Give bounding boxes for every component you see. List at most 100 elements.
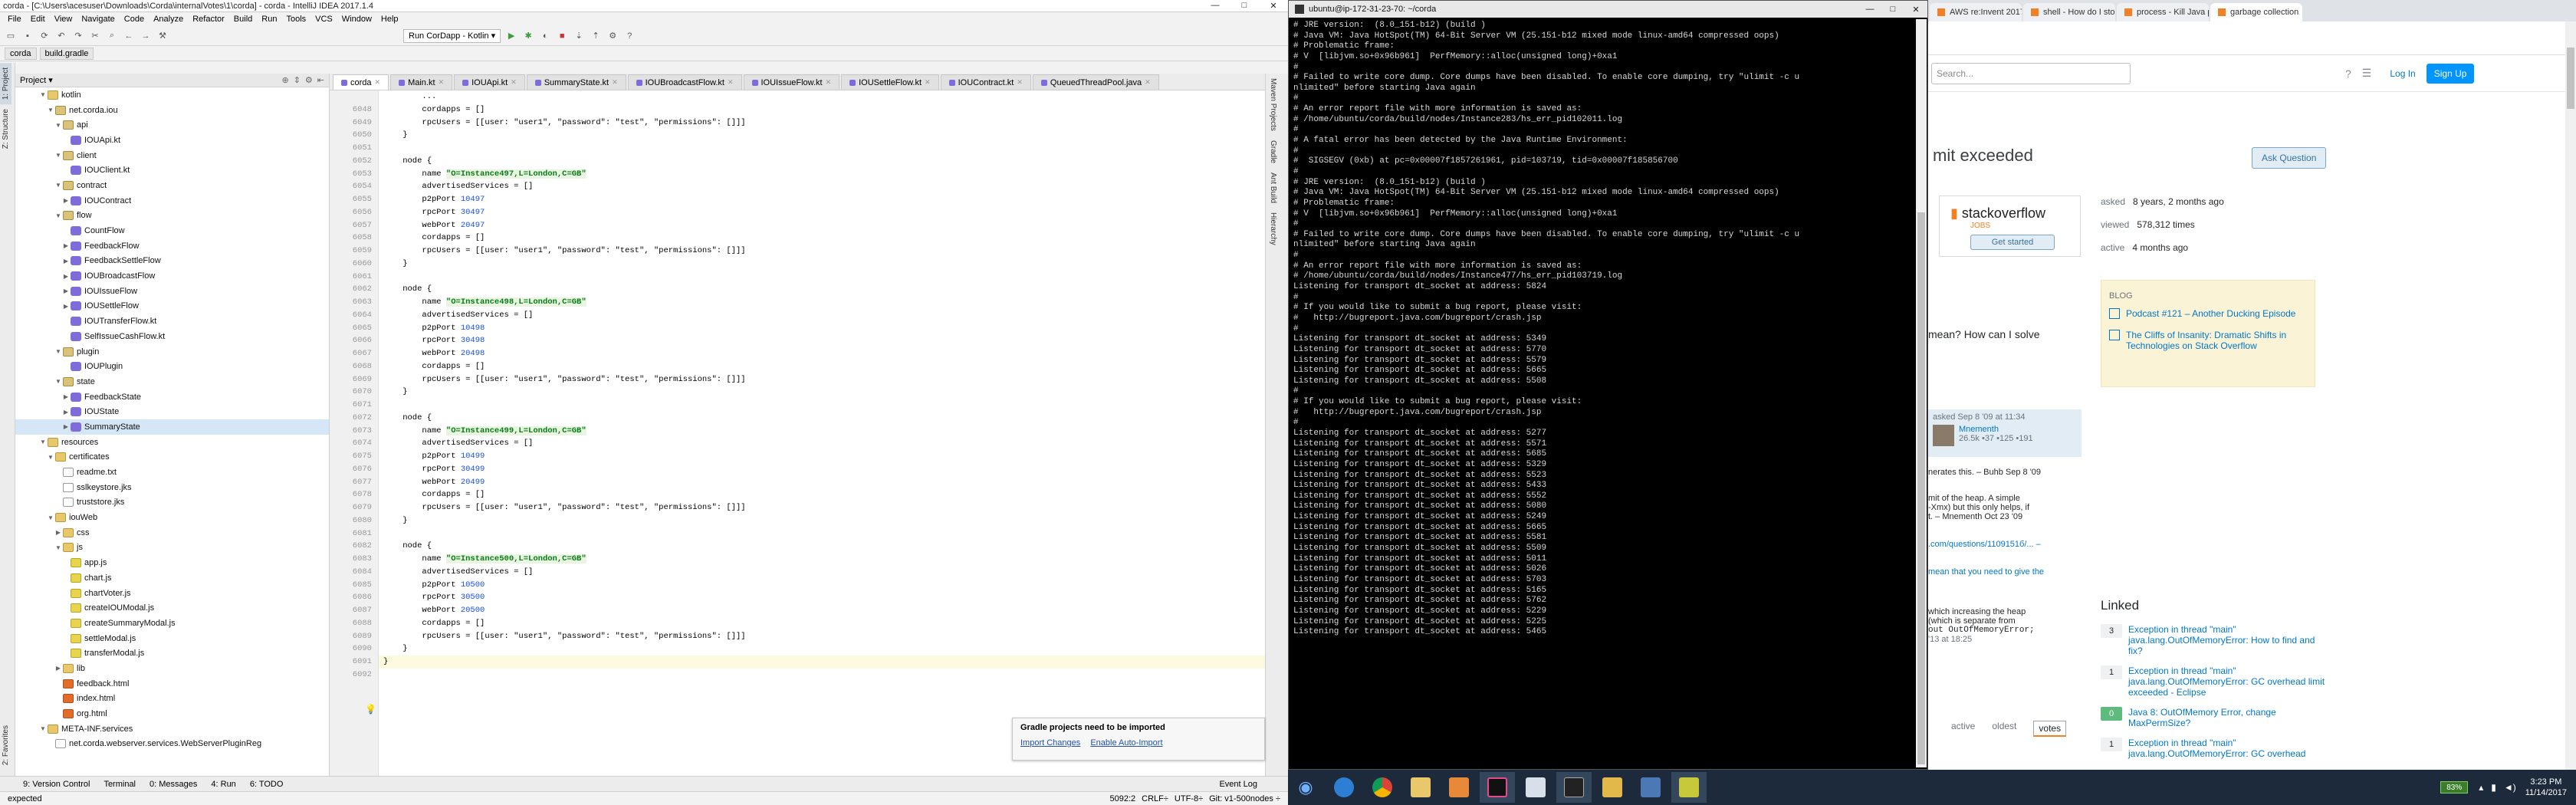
help-icon[interactable]: ?: [2345, 67, 2351, 80]
editor-tab[interactable]: Main.kt ✕: [390, 74, 453, 90]
code-line[interactable]: node {: [379, 283, 1265, 296]
ask-question-button[interactable]: Ask Question: [2252, 147, 2327, 169]
editor-tab[interactable]: corda ✕: [333, 74, 389, 90]
breadcrumb-item[interactable]: corda: [5, 47, 37, 60]
linked-title[interactable]: Exception in thread "main" java.lang.Out…: [2128, 624, 2331, 656]
code-line[interactable]: cordapps = []: [379, 104, 1265, 117]
signup-button[interactable]: Sign Up: [2426, 63, 2475, 84]
line-separator[interactable]: CRLF÷: [1142, 794, 1168, 803]
collapse-icon[interactable]: ⇕: [294, 75, 301, 85]
tool-project[interactable]: 1: Project: [0, 63, 12, 105]
tree-item[interactable]: IOUClient.kt: [15, 163, 329, 178]
tree-item[interactable]: ▶ SummaryState: [15, 419, 329, 435]
tree-item[interactable]: ▼ certificates: [15, 450, 329, 465]
expand-icon[interactable]: ▼: [46, 107, 55, 113]
expand-icon[interactable]: ▼: [46, 514, 55, 521]
tool-terminal[interactable]: Terminal: [104, 780, 136, 789]
editor-tab[interactable]: SummaryState.kt ✕: [526, 74, 626, 90]
taskbar-explorer-icon[interactable]: [1403, 772, 1438, 803]
code-line[interactable]: [379, 271, 1265, 284]
save-icon[interactable]: ▪: [21, 30, 34, 42]
run-icon[interactable]: ▶: [505, 30, 518, 42]
hide-icon[interactable]: ⇤: [317, 75, 324, 85]
expand-icon[interactable]: ▼: [54, 182, 63, 189]
tree-item[interactable]: ▶ FeedbackFlow: [15, 238, 329, 254]
tree-item[interactable]: truststore.jks: [15, 495, 329, 511]
code-line[interactable]: }: [379, 642, 1265, 656]
tool-hierarchy[interactable]: Hierarchy: [1266, 208, 1280, 250]
battery-indicator[interactable]: 83%: [2440, 781, 2469, 794]
sync-icon[interactable]: ⟳: [38, 30, 51, 42]
expand-icon[interactable]: ▼: [54, 212, 63, 219]
browser-tab[interactable]: process - Kill Java p: [2117, 3, 2209, 21]
menu-icon[interactable]: ☰: [2362, 67, 2372, 80]
code-line[interactable]: rpcUsers = [[user: "user1", "password": …: [379, 245, 1265, 258]
taskbar-terminal-icon[interactable]: [1556, 772, 1592, 803]
taskbar-remote-icon[interactable]: [1633, 772, 1668, 803]
code-line[interactable]: p2pPort 10497: [379, 193, 1265, 206]
close-tab-icon[interactable]: ✕: [612, 78, 618, 87]
close-tab-icon[interactable]: ✕: [511, 78, 517, 87]
tree-item[interactable]: ▼ flow: [15, 209, 329, 224]
tree-item[interactable]: ▶ IOUContract: [15, 193, 329, 209]
tree-item[interactable]: ▶ FeedbackSettleFlow: [15, 254, 329, 269]
code-line[interactable]: name "O=Instance500,L=London,C=GB": [379, 553, 1265, 566]
code-line[interactable]: webPort 20499: [379, 476, 1265, 489]
get-started-button[interactable]: Get started: [1970, 235, 2055, 250]
close-tab-icon[interactable]: ✕: [1017, 78, 1023, 87]
help-icon[interactable]: ?: [623, 30, 636, 42]
expand-icon[interactable]: ▼: [54, 378, 63, 385]
editor-tab[interactable]: QueuedThreadPool.java ✕: [1032, 74, 1159, 90]
code-line[interactable]: advertisedServices = []: [379, 309, 1265, 322]
code-line[interactable]: advertisedServices = []: [379, 566, 1265, 579]
tool-structure[interactable]: Z: Structure: [0, 104, 12, 153]
sort-active[interactable]: active: [1951, 721, 1975, 737]
caret-position[interactable]: 5092:2: [1110, 794, 1136, 803]
code-line[interactable]: [379, 399, 1265, 412]
close-tab-icon[interactable]: ✕: [375, 78, 381, 87]
tree-item[interactable]: ▶ FeedbackState: [15, 389, 329, 405]
tree-item[interactable]: createIOUModal.js: [15, 600, 329, 616]
expand-icon[interactable]: ▶: [61, 273, 71, 280]
target-icon[interactable]: ⊕: [281, 75, 288, 85]
code-line[interactable]: webPort 20498: [379, 347, 1265, 360]
search-input[interactable]: Search...: [1931, 62, 2131, 84]
code-line[interactable]: p2pPort 10499: [379, 450, 1265, 463]
browser-tab[interactable]: shell - How do I sto: [2023, 3, 2115, 21]
maximize-icon[interactable]: □: [1230, 1, 1259, 11]
vcs-commit-icon[interactable]: ⇡: [590, 30, 602, 42]
login-button[interactable]: Log In: [2382, 64, 2423, 84]
tree-item[interactable]: ▼ iouWeb: [15, 510, 329, 525]
taskbar-ie-icon[interactable]: [1326, 772, 1362, 803]
tree-item[interactable]: ▼ js: [15, 540, 329, 556]
build-icon[interactable]: ⚒: [156, 30, 169, 42]
code-line[interactable]: advertisedServices = []: [379, 437, 1265, 450]
expand-icon[interactable]: ▶: [61, 242, 71, 249]
code-area[interactable]: ... cordapps = [] rpcUsers = [[user: "us…: [379, 90, 1265, 776]
code-line[interactable]: [379, 527, 1265, 540]
code-line[interactable]: name "O=Instance499,L=London,C=GB": [379, 425, 1265, 438]
expand-icon[interactable]: ▶: [61, 393, 71, 400]
user-link[interactable]: Mnementh: [1959, 425, 2033, 434]
tree-item[interactable]: ▼ api: [15, 117, 329, 133]
tree-item[interactable]: ▶ IOUSettleFlow: [15, 299, 329, 314]
forward-icon[interactable]: →: [140, 30, 152, 42]
menu-view[interactable]: View: [50, 15, 77, 24]
code-line[interactable]: rpcUsers = [[user: "user1", "password": …: [379, 373, 1265, 386]
run-config-select[interactable]: Run CorDapp - Kotlin ▾: [403, 28, 501, 43]
expand-icon[interactable]: ▶: [54, 665, 63, 672]
terminal-scrollbar[interactable]: [1916, 19, 1927, 767]
tree-item[interactable]: IOUPlugin: [15, 359, 329, 374]
browser-tab[interactable]: AWS re:Invent 2017: [1930, 3, 2022, 21]
expand-icon[interactable]: ▶: [61, 303, 71, 310]
menu-run[interactable]: Run: [257, 15, 281, 24]
expand-icon[interactable]: ▶: [61, 409, 71, 416]
tree-item[interactable]: SelfIssueCashFlow.kt: [15, 329, 329, 344]
expand-icon[interactable]: ▶: [61, 288, 71, 294]
linked-item[interactable]: 0 Java 8: OutOfMemory Error, change MaxPe…: [2101, 707, 2331, 728]
taskbar-clock[interactable]: 3:23 PM 11/14/2017: [2525, 777, 2576, 798]
stop-icon[interactable]: ■: [556, 30, 568, 42]
tool-favorites[interactable]: 2: Favorites: [0, 721, 12, 770]
tree-item[interactable]: IOUTransferFlow.kt: [15, 314, 329, 329]
debug-icon[interactable]: ✱: [522, 30, 534, 42]
